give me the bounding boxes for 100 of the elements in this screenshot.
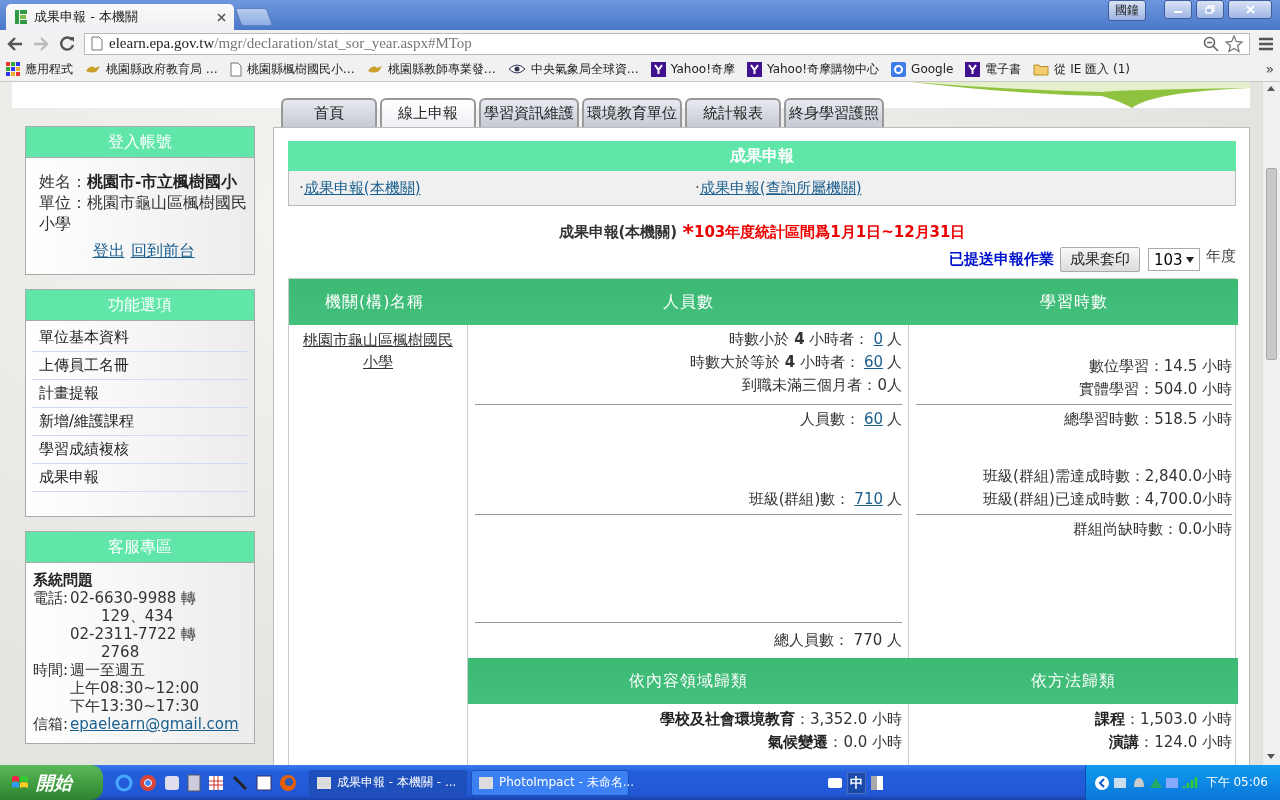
- bookmark[interactable]: 桃園縣教師專業發…: [366, 60, 496, 78]
- menu-item[interactable]: 單位基本資料: [32, 324, 248, 352]
- org-link[interactable]: 桃園市龜山區楓樹國民小學: [297, 329, 459, 373]
- yahoo-icon: [746, 61, 762, 77]
- sidebar-link[interactable]: 回到前台: [130, 241, 195, 262]
- nav-tab[interactable]: 線上申報: [380, 98, 476, 127]
- bird-icon: [366, 63, 383, 75]
- support-text: 02-2311-7722 轉: [70, 625, 197, 643]
- yahoo-icon: [650, 61, 666, 77]
- bird-icon: [85, 63, 101, 75]
- maximize-button[interactable]: [1196, 0, 1224, 19]
- count-link[interactable]: 60: [863, 410, 883, 428]
- stat-text: 課程：1,503.0 小時: [1094, 709, 1232, 730]
- stat-text: 演講：124.0 小時: [1109, 732, 1232, 753]
- window-icon: [316, 774, 332, 791]
- document-icon[interactable]: [255, 773, 273, 792]
- year-unit: 年度: [1206, 247, 1236, 266]
- folder-icon: [1033, 62, 1050, 76]
- browser-icon[interactable]: [115, 773, 133, 792]
- stat-text: 時數小於 4 小時者： 0 人: [729, 329, 902, 350]
- bookmark[interactable]: 中央氣象局全球資…: [507, 60, 639, 78]
- browser-icon[interactable]: [139, 773, 157, 792]
- restore-icon: [1205, 5, 1215, 14]
- count-link[interactable]: 0: [873, 330, 883, 348]
- support-text: 129、434: [100, 607, 175, 625]
- stat-text: 群組尚缺時數：0.0小時: [1073, 519, 1232, 540]
- unit-text: 單位：桃園市龜山區楓樹國民小學: [39, 193, 248, 235]
- tray-icons-drawing[interactable]: [1093, 773, 1200, 792]
- bookmark[interactable]: Yahoo!奇摩: [650, 60, 735, 78]
- bookmark[interactable]: 桃園縣政府教育局 …: [85, 60, 218, 78]
- bookmark[interactable]: 桃園縣楓樹國民小…: [229, 60, 355, 78]
- scroll-thumb[interactable]: [1266, 168, 1277, 360]
- menu-item[interactable]: 新增/維護課程: [32, 408, 248, 436]
- card-header: 登入帳號: [26, 127, 254, 158]
- column-header: 學習時數: [909, 279, 1238, 325]
- stat-text: 學校及社會環境教育：3,352.0 小時: [659, 709, 902, 730]
- back-icon[interactable]: [6, 35, 24, 52]
- input-method[interactable]: 中: [847, 771, 867, 794]
- nav-tab[interactable]: 終身學習護照: [784, 98, 884, 127]
- bullet: ·: [695, 178, 700, 197]
- card-header: 功能選項: [26, 290, 254, 321]
- star-icon[interactable]: [1225, 34, 1243, 53]
- bookmark[interactable]: Yahoo!奇摩購物中心: [746, 60, 880, 78]
- stat-text: 到職未滿三個月者：0人: [742, 375, 902, 396]
- zoom-icon[interactable]: [1203, 35, 1219, 52]
- sidebar-link[interactable]: 登出: [92, 241, 125, 262]
- report-link[interactable]: 成果申報(查詢所屬機關): [699, 178, 862, 197]
- taskbar-button[interactable]: 成果申報 - 本機關 - ...: [309, 769, 467, 796]
- stat-text: 數位學習：14.5 小時: [1088, 356, 1232, 377]
- year-select[interactable]: 103: [1148, 248, 1200, 271]
- report-link[interactable]: 成果申報(本機關): [303, 178, 421, 197]
- nav-tab[interactable]: 統計報表: [685, 98, 781, 127]
- scroll-up-icon[interactable]: [1267, 86, 1275, 91]
- grid-icon[interactable]: [207, 773, 225, 792]
- menu-item[interactable]: 學習成績複核: [32, 436, 248, 464]
- stat-text: 人員數： 60 人: [799, 409, 902, 430]
- support-text: 上午08:30~12:00: [70, 679, 200, 697]
- minimize-button[interactable]: [1164, 0, 1192, 19]
- menu-item[interactable]: 計畫提報: [32, 380, 248, 408]
- stat-text: 班級(群組)已達成時數：4,700.0小時: [983, 489, 1232, 510]
- menu-icon[interactable]: [1258, 36, 1274, 51]
- bookmark[interactable]: 應用程式: [6, 60, 73, 78]
- scrollbar[interactable]: [1262, 82, 1280, 765]
- close-icon[interactable]: [217, 12, 226, 22]
- support-text: 下午13:30~17:30: [70, 697, 200, 715]
- close-button[interactable]: [1228, 0, 1272, 19]
- apps-icon: [6, 62, 20, 76]
- menu-item[interactable]: 成果申報: [32, 464, 248, 492]
- email-link[interactable]: epaelearn@gmail.com: [70, 715, 239, 733]
- panel-title: 成果申報: [288, 141, 1236, 171]
- close-icon: [1245, 5, 1255, 14]
- calculator-icon[interactable]: [187, 773, 201, 792]
- menu-item[interactable]: 上傳員工名冊: [32, 352, 248, 380]
- profile-button[interactable]: 國鐘: [1108, 0, 1146, 21]
- reload-icon[interactable]: [58, 34, 76, 53]
- support-label: 時間:: [33, 661, 70, 681]
- more-bookmarks[interactable]: »: [1265, 61, 1274, 77]
- card-header: 客服專區: [26, 532, 254, 563]
- tab-title: 成果申報 - 本機關: [34, 8, 139, 26]
- stat-text: 總學習時數：518.5 小時: [1064, 409, 1232, 430]
- nav-tab[interactable]: 首頁: [281, 98, 377, 127]
- app-icon[interactable]: [163, 773, 181, 792]
- bookmark[interactable]: 從 IE 匯入 (1): [1033, 60, 1130, 78]
- browser-tab[interactable]: 成果申報 - 本機關: [6, 4, 234, 30]
- address-bar[interactable]: elearn.epa.gov.tw/mgr/declaration/stat_sor_year.aspx#MTop: [84, 32, 1250, 55]
- nav-tab[interactable]: 環境教育單位: [582, 98, 682, 127]
- bookmark[interactable]: 電子書: [965, 60, 1022, 78]
- column-header: 依方法歸類: [909, 658, 1238, 704]
- bookmark[interactable]: Google: [891, 61, 954, 77]
- nav-tab[interactable]: 學習資訊維護: [479, 98, 579, 127]
- count-link[interactable]: 60: [863, 353, 883, 371]
- scroll-down-icon[interactable]: [1267, 754, 1275, 759]
- stat-text: 實體學習：504.0 小時: [1079, 379, 1232, 400]
- count-link[interactable]: 710: [854, 490, 883, 508]
- support-text: 週一至週五: [70, 661, 146, 679]
- name-text: 姓名：桃園市-市立楓樹國小: [39, 172, 239, 193]
- page-icon: [91, 36, 103, 51]
- print-button[interactable]: 成果套印: [1060, 247, 1140, 272]
- window-icon[interactable]: [870, 774, 885, 791]
- stat-text: 班級(群組)需達成時數：2,840.0小時: [983, 466, 1232, 487]
